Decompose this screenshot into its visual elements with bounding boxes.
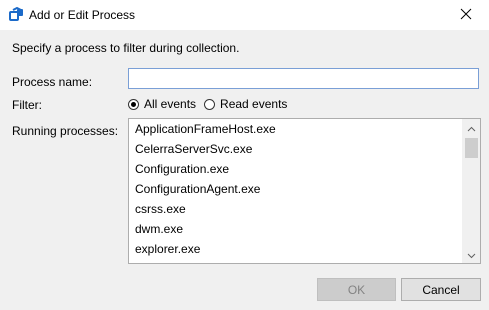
radio-selected-icon (128, 98, 139, 110)
window-title: Add or Edit Process (29, 8, 136, 22)
running-processes-label: Running processes: (12, 124, 119, 138)
cancel-button[interactable]: Cancel (401, 278, 481, 301)
list-item[interactable]: csrss.exe (129, 199, 463, 219)
list-item[interactable]: CelerraServerSvc.exe (129, 139, 463, 159)
ok-button[interactable]: OK (317, 278, 396, 301)
list-item[interactable]: dwm.exe (129, 219, 463, 239)
list-item[interactable]: ApplicationFrameHost.exe (129, 119, 463, 139)
scrollbar-thumb[interactable] (465, 138, 478, 158)
process-name-label: Process name: (12, 75, 93, 89)
filter-read-events-radio[interactable]: Read events (204, 97, 287, 111)
radio-unselected-icon (204, 98, 216, 110)
list-item[interactable]: ConfigurationAgent.exe (129, 179, 463, 199)
running-processes-list[interactable]: ApplicationFrameHost.exe CelerraServerSv… (128, 118, 481, 264)
chevron-down-icon (467, 248, 476, 262)
filter-label: Filter: (12, 98, 42, 112)
app-icon (8, 6, 26, 24)
title-bar: Add or Edit Process (0, 0, 489, 30)
filter-all-events-radio[interactable]: All events (128, 97, 196, 111)
filter-all-events-label: All events (144, 97, 197, 111)
scroll-down-button[interactable] (463, 246, 480, 263)
process-name-input[interactable] (128, 68, 479, 89)
vertical-scrollbar[interactable] (462, 119, 480, 263)
close-icon (460, 8, 472, 23)
close-button[interactable] (443, 0, 489, 30)
dialog-body: Specify a process to filter during colle… (0, 30, 489, 310)
instruction-text: Specify a process to filter during colle… (12, 41, 240, 55)
list-item[interactable]: explorer.exe (129, 239, 463, 259)
list-item[interactable]: Configuration.exe (129, 159, 463, 179)
scroll-up-button[interactable] (463, 119, 480, 136)
filter-radio-group: All events Read events (128, 96, 295, 112)
chevron-up-icon (467, 121, 476, 135)
filter-read-events-label: Read events (220, 97, 288, 111)
